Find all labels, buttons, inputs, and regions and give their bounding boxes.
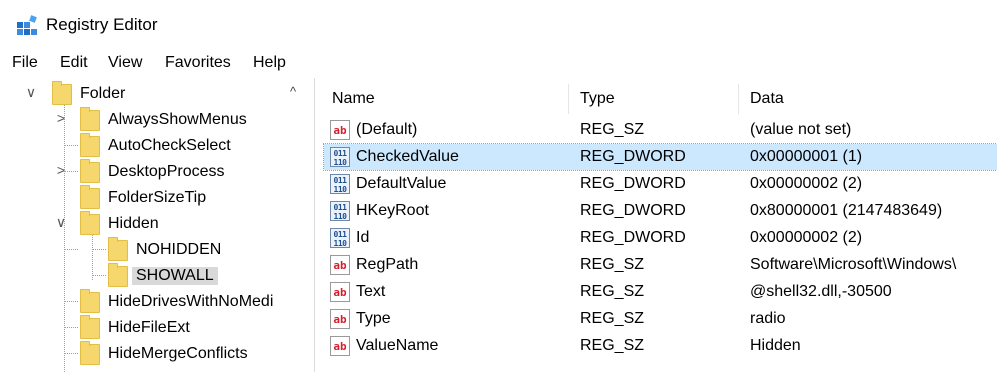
string-value-icon: ab (330, 255, 350, 275)
value-type: REG_SZ (580, 283, 645, 300)
tree-item-hidefileext[interactable]: HideFileExt (0, 315, 290, 341)
value-name: Id (356, 229, 370, 246)
folder-icon (80, 159, 100, 183)
value-name: Text (356, 283, 386, 300)
value-type: REG_SZ (580, 256, 645, 273)
tree-item-nohidden[interactable]: NOHIDDEN (0, 237, 290, 263)
collapse-chevron-icon[interactable]: ∨ (54, 214, 68, 231)
value-row[interactable]: ab Type REG_SZ radio (324, 306, 997, 332)
tree-item-label: NOHIDDEN (136, 241, 222, 258)
value-name: Type (356, 310, 391, 327)
tree-item-label: FolderSizeTip (108, 189, 207, 206)
tree-item-foldersizetip[interactable]: FolderSizeTip (0, 185, 290, 211)
binary-value-icon: 011 110 (330, 174, 350, 194)
value-data: radio (750, 310, 786, 327)
tree-item-label: SHOWALL (132, 267, 218, 285)
binary-value-icon: 011 110 (330, 201, 350, 221)
window-title: Registry Editor (46, 15, 158, 34)
value-name: HKeyRoot (356, 202, 429, 219)
collapse-chevron-icon[interactable]: ∨ (24, 84, 38, 101)
tree-item-desktopprocess[interactable]: > DesktopProcess (0, 159, 290, 185)
tree-item-showall[interactable]: SHOWALL (0, 263, 290, 289)
tree-item-label: Hidden (108, 215, 159, 232)
folder-icon (80, 133, 100, 157)
column-separator[interactable] (568, 84, 569, 114)
tree-item-hidedriveswithnomedia[interactable]: HideDrivesWithNoMedi (0, 289, 290, 315)
value-row-selected[interactable]: 011 110 CheckedValue REG_DWORD 0x00000001… (323, 143, 997, 171)
tree-item-hidden[interactable]: ∨ Hidden (0, 211, 290, 237)
value-type: REG_DWORD (580, 175, 686, 192)
folder-icon (80, 341, 100, 365)
folder-icon (80, 289, 100, 313)
value-data: 0x00000002 (2) (750, 229, 863, 246)
menu-file[interactable]: File (12, 54, 38, 72)
key-tree-pane[interactable]: ∨ Folder > AlwaysShowMenus AutoCheckSele… (0, 78, 315, 372)
folder-icon (80, 185, 100, 209)
value-type: REG_SZ (580, 121, 645, 138)
value-data: 0x80000001 (2147483649) (750, 202, 943, 219)
value-type: REG_DWORD (580, 148, 686, 165)
tree-item-autocheckselect[interactable]: AutoCheckSelect (0, 133, 290, 159)
folder-icon (52, 81, 72, 105)
tree-item-hidemergeconflicts[interactable]: HideMergeConflicts (0, 341, 290, 367)
value-data: @shell32.dll,-30500 (750, 283, 892, 300)
value-name: RegPath (356, 256, 419, 273)
menu-bar: File Edit View Favorites Help (0, 50, 997, 78)
column-header-data[interactable]: Data (750, 90, 784, 108)
value-row[interactable]: 011 110 HKeyRoot REG_DWORD 0x80000001 (21… (324, 198, 997, 224)
title-bar: Registry Editor (0, 0, 997, 50)
value-data: Hidden (750, 337, 801, 354)
tree-item-folder[interactable]: ∨ Folder (0, 81, 290, 107)
folder-icon (80, 211, 100, 235)
value-row[interactable]: ab RegPath REG_SZ Software\Microsoft\Win… (324, 252, 997, 278)
value-row[interactable]: ab ValueName REG_SZ Hidden (324, 333, 997, 359)
expand-chevron-icon[interactable]: > (54, 110, 68, 126)
value-row[interactable]: 011 110 Id REG_DWORD 0x00000002 (2) (324, 225, 997, 251)
menu-view[interactable]: View (108, 54, 142, 72)
value-type: REG_DWORD (580, 229, 686, 246)
tree-item-label: DesktopProcess (108, 163, 225, 180)
tree-item-label: HideMergeConflicts (108, 345, 248, 362)
value-row[interactable]: ab (Default) REG_SZ (value not set) (324, 117, 997, 143)
expand-chevron-icon[interactable]: > (54, 162, 68, 178)
binary-value-icon: 011 110 (330, 147, 350, 167)
folder-icon (80, 107, 100, 131)
values-list-pane[interactable]: Name Type Data ab (Default) REG_SZ (valu… (318, 78, 997, 372)
scroll-up-arrow-icon[interactable]: ^ (290, 84, 296, 99)
string-value-icon: ab (330, 309, 350, 329)
tree-item-alwaysshowmenus[interactable]: > AlwaysShowMenus (0, 107, 290, 133)
value-row[interactable]: ab Text REG_SZ @shell32.dll,-30500 (324, 279, 997, 305)
folder-icon (108, 237, 128, 261)
tree-item-label: HideFileExt (108, 319, 190, 336)
tree-item-label: AlwaysShowMenus (108, 111, 247, 128)
value-data: Software\Microsoft\Windows\ (750, 256, 957, 273)
value-name: (Default) (356, 121, 418, 138)
registry-editor-icon (17, 15, 37, 35)
value-type: REG_DWORD (580, 202, 686, 219)
value-data: 0x00000001 (1) (750, 148, 863, 165)
value-data: 0x00000002 (2) (750, 175, 863, 192)
value-type: REG_SZ (580, 337, 645, 354)
value-name: CheckedValue (356, 148, 459, 165)
folder-icon (108, 263, 128, 287)
string-value-icon: ab (330, 282, 350, 302)
value-name: ValueName (356, 337, 439, 354)
string-value-icon: ab (330, 336, 350, 356)
tree-item-label: HideDrivesWithNoMedi (108, 293, 274, 310)
menu-favorites[interactable]: Favorites (165, 54, 231, 72)
menu-edit[interactable]: Edit (60, 54, 88, 72)
column-separator[interactable] (738, 84, 739, 114)
value-row[interactable]: 011 110 DefaultValue REG_DWORD 0x00000002… (324, 171, 997, 197)
value-name: DefaultValue (356, 175, 447, 192)
column-header-name[interactable]: Name (332, 90, 375, 108)
value-data: (value not set) (750, 121, 852, 138)
binary-value-icon: 011 110 (330, 228, 350, 248)
menu-help[interactable]: Help (253, 54, 286, 72)
tree-item-label: AutoCheckSelect (108, 137, 231, 154)
column-header-type[interactable]: Type (580, 90, 615, 108)
folder-icon (80, 315, 100, 339)
string-value-icon: ab (330, 120, 350, 140)
tree-item-label: Folder (80, 85, 126, 102)
value-type: REG_SZ (580, 310, 645, 327)
